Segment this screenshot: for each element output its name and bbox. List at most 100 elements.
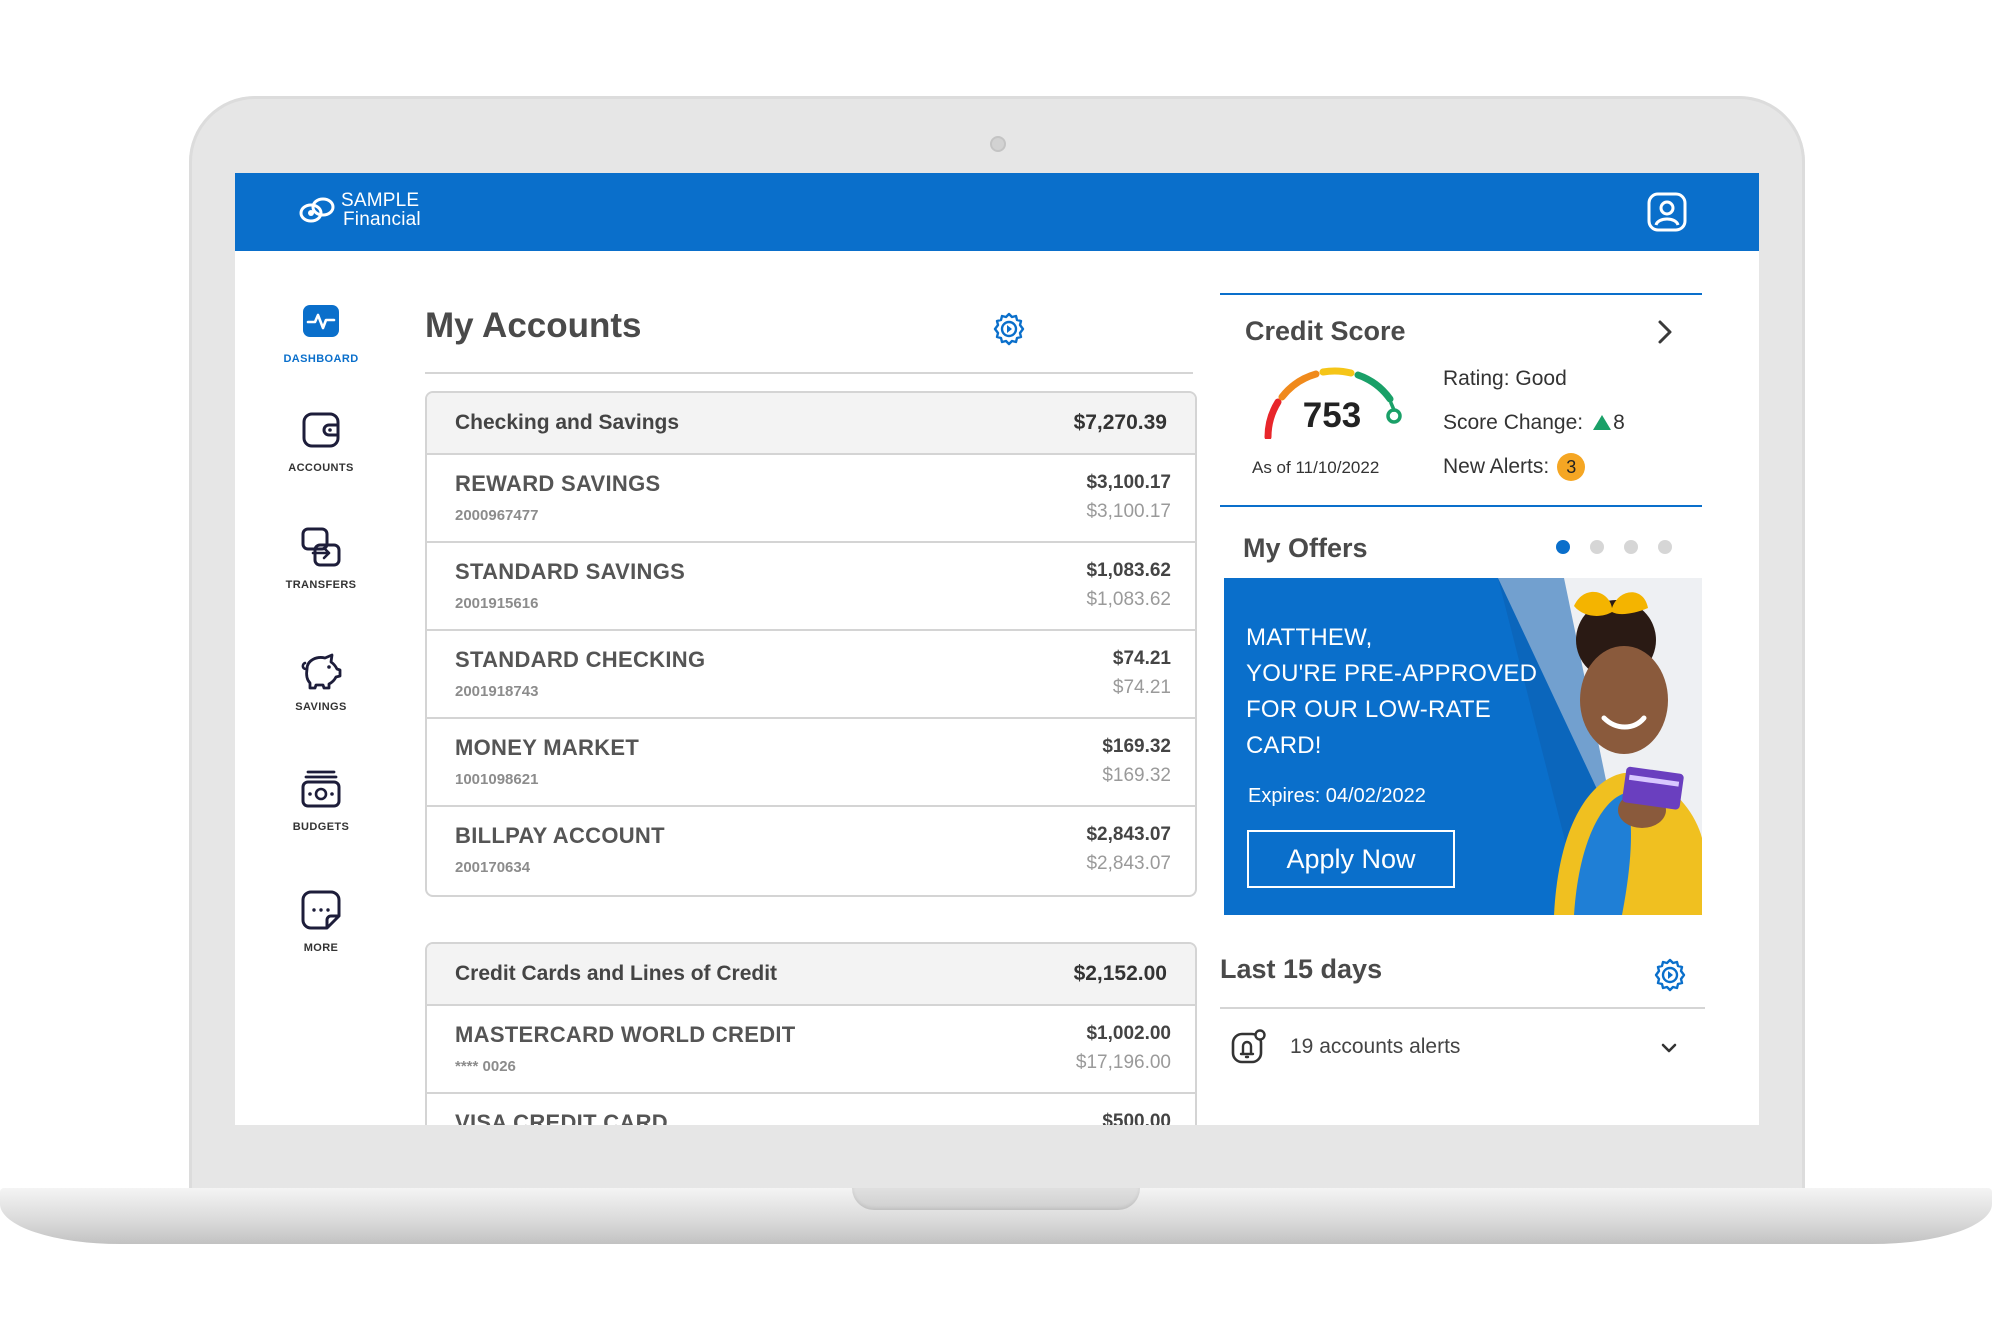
offer-carousel-dots (1556, 540, 1692, 554)
bell-alert-icon (1231, 1029, 1266, 1064)
account-row[interactable]: REWARD SAVINGS 2000967477 $3,100.17 $3,1… (427, 455, 1195, 543)
account-name: MONEY MARKET (455, 735, 640, 760)
new-alerts: New Alerts: 3 (1443, 453, 1586, 481)
group-total: $7,270.39 (1073, 411, 1167, 434)
sidebar-item-label: MORE (303, 942, 339, 954)
brand-logo-icon (299, 197, 335, 223)
account-row[interactable]: MONEY MARKET 1001098621 $169.32 $169.32 (427, 719, 1195, 807)
offer-headline-line: MATTHEW, (1246, 624, 1373, 651)
profile-icon[interactable] (1645, 190, 1689, 234)
account-row[interactable]: VISA CREDIT CARD $500.00 (427, 1094, 1195, 1125)
account-name: STANDARD CHECKING (455, 647, 706, 672)
carousel-dot-4[interactable] (1658, 540, 1672, 554)
account-row[interactable]: MASTERCARD WORLD CREDIT **** 0026 $1,002… (427, 1006, 1195, 1094)
arrow-up-icon (1593, 415, 1612, 430)
account-balance: $74.21 (1112, 648, 1171, 669)
sidebar-item-label: BUDGETS (292, 821, 350, 833)
wallet-icon (302, 412, 340, 448)
new-alerts-label: New Alerts: (1443, 455, 1550, 478)
settings-gear-icon[interactable] (1653, 958, 1687, 992)
sidebar-item-more[interactable]: MORE (261, 888, 381, 954)
account-available: $1,083.62 (1086, 589, 1171, 610)
app-screen: SAMPLE Financial DASHBOARD ACCOUNTS TRAN… (235, 173, 1759, 1125)
group-name: Checking and Savings (455, 411, 680, 434)
top-bar: SAMPLE Financial (235, 173, 1759, 251)
account-balance: $2,843.07 (1086, 824, 1171, 845)
offer-headline-line: FOR OUR LOW-RATE (1246, 696, 1491, 723)
account-number: 2001915616 (455, 595, 539, 612)
credit-score-divider-bottom (1220, 505, 1702, 507)
more-icon (301, 890, 341, 930)
offer-headline-line: CARD! (1246, 732, 1322, 759)
sidebar-item-budgets[interactable]: BUDGETS (261, 767, 381, 833)
offer-card[interactable]: MATTHEW, YOU'RE PRE-APPROVED FOR OUR LOW… (1224, 578, 1702, 915)
account-balance: $1,002.00 (1086, 1023, 1171, 1044)
sidebar-nav: DASHBOARD ACCOUNTS TRANSFERS SAVINGS BUD… (235, 251, 405, 1125)
transfer-icon (301, 527, 341, 567)
sidebar-item-label: ACCOUNTS (288, 462, 354, 474)
account-name: BILLPAY ACCOUNT (455, 823, 665, 848)
account-number: 2001918743 (455, 683, 539, 700)
credit-rating: Rating: Good (1443, 367, 1567, 390)
offer-expiration: Expires: 04/02/2022 (1248, 785, 1426, 807)
sidebar-item-label: DASHBOARD (283, 353, 359, 365)
account-name: STANDARD SAVINGS (455, 559, 686, 584)
alert-count-badge[interactable]: 3 (1557, 453, 1586, 481)
brand-line-1: SAMPLE (341, 190, 420, 211)
carousel-dot-2[interactable] (1590, 540, 1604, 554)
account-balance: $1,083.62 (1086, 560, 1171, 581)
brand-logo[interactable]: SAMPLE Financial (297, 189, 421, 231)
group-header[interactable]: Credit Cards and Lines of Credit $2,152.… (427, 944, 1195, 1006)
chevron-right-icon[interactable] (1650, 317, 1680, 347)
recent-activity-divider (1220, 1007, 1705, 1009)
sidebar-item-label: SAVINGS (295, 701, 347, 713)
account-alerts-row[interactable]: 19 accounts alerts (1228, 1025, 1698, 1071)
account-row[interactable]: BILLPAY ACCOUNT 200170634 $2,843.07 $2,8… (427, 807, 1195, 895)
group-header[interactable]: Checking and Savings $7,270.39 (427, 393, 1195, 455)
group-name: Credit Cards and Lines of Credit (455, 962, 778, 985)
page-title: My Accounts (425, 306, 642, 345)
carousel-dot-3[interactable] (1624, 540, 1638, 554)
sidebar-item-savings[interactable]: SAVINGS (261, 647, 381, 713)
brand-name: SAMPLE Financial (341, 191, 421, 229)
account-name: MASTERCARD WORLD CREDIT (455, 1022, 796, 1047)
account-number: 1001098621 (455, 771, 539, 788)
account-balance: $169.32 (1102, 736, 1171, 757)
account-alerts-label: 19 accounts alerts (1290, 1035, 1461, 1058)
laptop-notch (852, 1188, 1140, 1210)
offer-headline-line: YOU'RE PRE-APPROVED (1246, 660, 1538, 687)
sidebar-item-transfers[interactable]: TRANSFERS (261, 525, 381, 591)
account-available: $3,100.17 (1086, 501, 1171, 522)
carousel-dot-1[interactable] (1556, 540, 1570, 554)
piggy-bank-icon (301, 653, 342, 690)
apply-now-button[interactable]: Apply Now (1247, 830, 1455, 888)
account-number: 2000967477 (455, 507, 539, 524)
score-change-value: 8 (1613, 411, 1625, 434)
settings-gear-icon[interactable] (992, 312, 1026, 346)
sidebar-item-dashboard[interactable]: DASHBOARD (261, 299, 381, 365)
dashboard-icon (303, 305, 339, 337)
webcam (990, 136, 1006, 152)
account-available: $169.32 (1102, 765, 1171, 786)
offer-headline: MATTHEW, YOU'RE PRE-APPROVED FOR OUR LOW… (1246, 620, 1537, 764)
account-number: **** 0026 (455, 1058, 516, 1075)
budget-icon (301, 770, 341, 808)
title-divider (425, 372, 1193, 374)
credit-score-title: Credit Score (1245, 316, 1406, 346)
chevron-down-icon[interactable] (1658, 1037, 1680, 1059)
account-row[interactable]: STANDARD CHECKING 2001918743 $74.21 $74.… (427, 631, 1195, 719)
credit-score-divider (1220, 293, 1702, 295)
right-panel: Credit Score 753 As of 11/10/2022 Rating… (1220, 251, 1759, 1125)
sidebar-item-accounts[interactable]: ACCOUNTS (261, 408, 381, 474)
account-name: REWARD SAVINGS (455, 471, 661, 496)
account-row[interactable]: STANDARD SAVINGS 2001915616 $1,083.62 $1… (427, 543, 1195, 631)
account-available: $74.21 (1112, 677, 1171, 698)
account-number: 200170634 (455, 859, 531, 876)
account-balance: $500.00 (1102, 1111, 1171, 1125)
account-group-checking-savings: Checking and Savings $7,270.39 REWARD SA… (425, 391, 1197, 897)
credit-score-date: As of 11/10/2022 (1252, 458, 1380, 477)
account-group-credit-cards: Credit Cards and Lines of Credit $2,152.… (425, 942, 1197, 1125)
credit-score-value: 753 (1302, 396, 1362, 435)
brand-line-2: Financial (343, 209, 421, 230)
offers-title: My Offers (1243, 533, 1368, 563)
